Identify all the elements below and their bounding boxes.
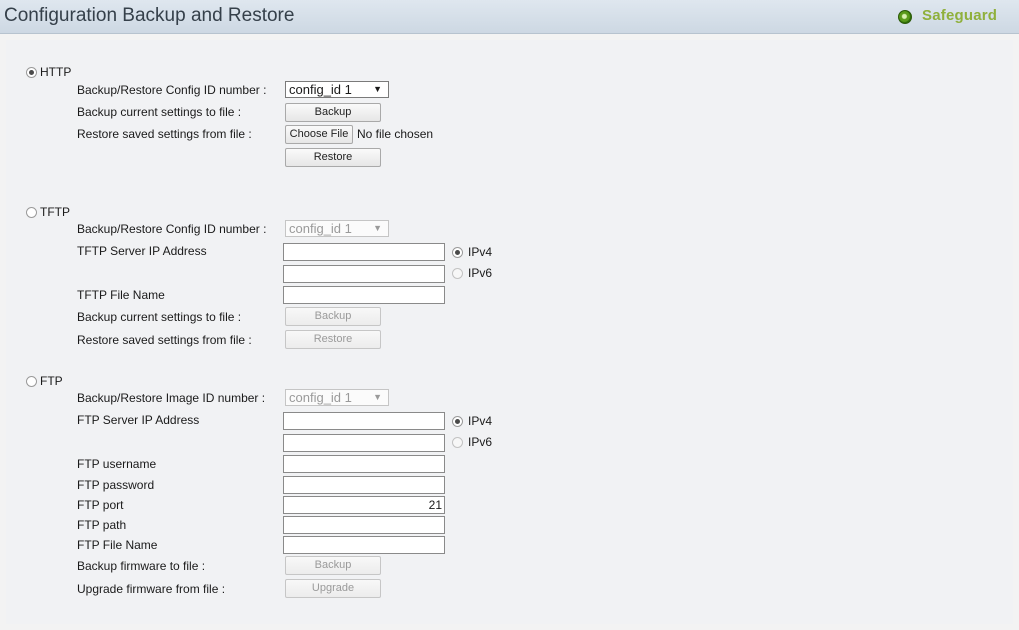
tftp-file-name-input[interactable] (283, 286, 445, 304)
ftp-server-ip-label: FTP Server IP Address (77, 413, 200, 427)
tftp-server-ipv6-input[interactable] (283, 265, 445, 283)
ftp-label: FTP (40, 374, 63, 388)
chevron-down-icon: ▼ (373, 392, 382, 402)
tftp-config-id-value: config_id 1 (289, 221, 352, 236)
ftp-port-input[interactable]: 21 (283, 496, 445, 514)
ftp-upgrade-button[interactable]: Upgrade (285, 579, 381, 598)
ftp-password-label: FTP password (77, 478, 155, 492)
ftp-file-name-input[interactable] (283, 536, 445, 554)
tftp-restore-label: Restore saved settings from file : (77, 333, 252, 347)
ftp-path-input[interactable] (283, 516, 445, 534)
tftp-server-ip-label: TFTP Server IP Address (77, 244, 207, 258)
tftp-backup-label: Backup current settings to file : (77, 310, 242, 324)
http-restore-label: Restore saved settings from file : (77, 127, 252, 141)
tftp-radio[interactable] (26, 207, 37, 218)
tftp-backup-button[interactable]: Backup (285, 307, 381, 326)
choose-file-button[interactable]: Choose File (285, 125, 353, 144)
http-label: HTTP (40, 65, 72, 79)
http-config-id-value: config_id 1 (289, 82, 352, 97)
http-config-id-select[interactable]: config_id 1 ▼ (285, 81, 389, 98)
ftp-port-label: FTP port (77, 498, 124, 512)
chevron-down-icon: ▼ (373, 84, 382, 94)
tftp-restore-button[interactable]: Restore (285, 330, 381, 349)
ftp-server-ipv4-input[interactable] (283, 412, 445, 430)
tftp-ipv6-label: IPv6 (468, 266, 493, 280)
http-config-id-label: Backup/Restore Config ID number : (77, 83, 267, 97)
no-file-chosen-text: No file chosen (357, 127, 434, 141)
ftp-upgrade-label: Upgrade firmware from file : (77, 582, 226, 596)
tftp-label: TFTP (40, 205, 70, 219)
content-panel: HTTP Backup/Restore Config ID number : c… (6, 40, 1013, 624)
ftp-radio[interactable] (26, 376, 37, 387)
tftp-config-id-select[interactable]: config_id 1 ▼ (285, 220, 389, 237)
title-bar: Configuration Backup and Restore Safegua… (0, 0, 1019, 34)
ftp-image-id-label: Backup/Restore Image ID number : (77, 391, 266, 405)
ftp-path-label: FTP path (77, 518, 127, 532)
ftp-ipv6-radio[interactable] (452, 437, 463, 448)
ftp-backup-label: Backup firmware to file : (77, 559, 206, 573)
tftp-file-name-label: TFTP File Name (77, 288, 165, 302)
http-backup-button[interactable]: Backup (285, 103, 381, 122)
http-radio[interactable] (26, 67, 37, 78)
safeguard-label: Safeguard (922, 7, 998, 24)
http-restore-button[interactable]: Restore (285, 148, 381, 167)
tftp-ipv4-radio[interactable] (452, 247, 463, 258)
ftp-backup-button[interactable]: Backup (285, 556, 381, 575)
tftp-config-id-label: Backup/Restore Config ID number : (77, 222, 267, 236)
tftp-ipv4-label: IPv4 (468, 245, 493, 259)
ftp-image-id-select[interactable]: config_id 1 ▼ (285, 389, 389, 406)
ftp-server-ipv6-input[interactable] (283, 434, 445, 452)
tftp-ipv6-radio[interactable] (452, 268, 463, 279)
ftp-ipv6-label: IPv6 (468, 435, 493, 449)
ftp-ipv4-radio[interactable] (452, 416, 463, 427)
ftp-ipv4-label: IPv4 (468, 414, 493, 428)
chevron-down-icon: ▼ (373, 223, 382, 233)
ftp-password-input[interactable] (283, 476, 445, 494)
ftp-file-name-label: FTP File Name (77, 538, 158, 552)
ftp-username-input[interactable] (283, 455, 445, 473)
ftp-image-id-value: config_id 1 (289, 390, 352, 405)
safeguard-status-icon (898, 10, 912, 24)
http-backup-label: Backup current settings to file : (77, 105, 242, 119)
ftp-username-label: FTP username (77, 457, 157, 471)
tftp-server-ipv4-input[interactable] (283, 243, 445, 261)
page-title: Configuration Backup and Restore (4, 5, 295, 26)
